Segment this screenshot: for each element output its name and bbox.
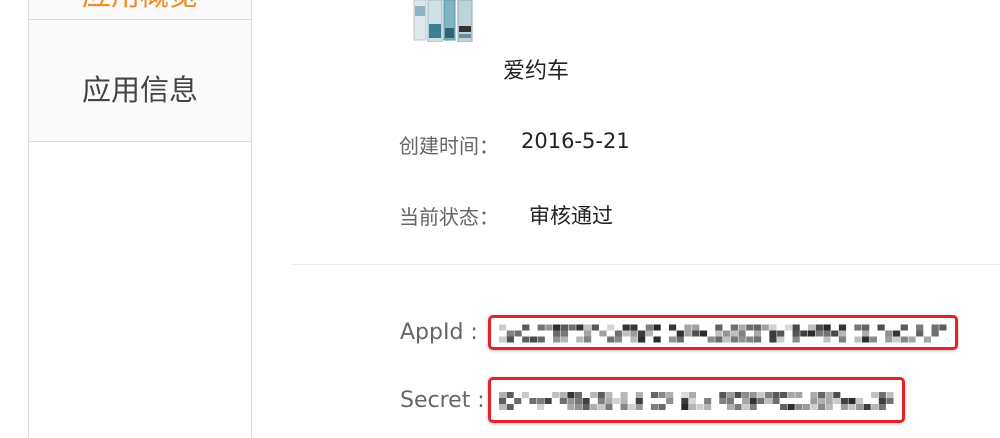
sidebar-item-app-info[interactable]: 应用信息 (29, 40, 251, 142)
redaction-pixelation (499, 324, 947, 343)
status-value: 审核通过 (529, 204, 613, 228)
secret-label: Secret : (400, 388, 485, 413)
sidebar-item-overview[interactable]: 应用概览 (29, 0, 251, 20)
sidebar-empty-area (29, 142, 251, 438)
section-divider (292, 264, 1000, 265)
app-detail-page: 应用概览 应用信息 爱约车 创建时间： 2016-5-21 当前状态： 审 (0, 0, 1000, 438)
created-time-label: 创建时间： (399, 134, 499, 158)
skincare-products-icon (412, 0, 476, 43)
created-time-value: 2016-5-21 (521, 129, 630, 153)
secret-value-redacted[interactable] (488, 377, 905, 423)
app-name: 爱约车 (503, 59, 570, 84)
appid-label: AppId : (400, 320, 478, 345)
appid-value-redacted[interactable] (488, 315, 958, 350)
status-label: 当前状态： (399, 205, 499, 229)
redaction-pixelation (499, 392, 894, 410)
sidebar: 应用概览 应用信息 (28, 0, 252, 438)
sidebar-item-label: 应用概览 (82, 0, 198, 12)
sidebar-item-label: 应用信息 (81, 73, 198, 107)
